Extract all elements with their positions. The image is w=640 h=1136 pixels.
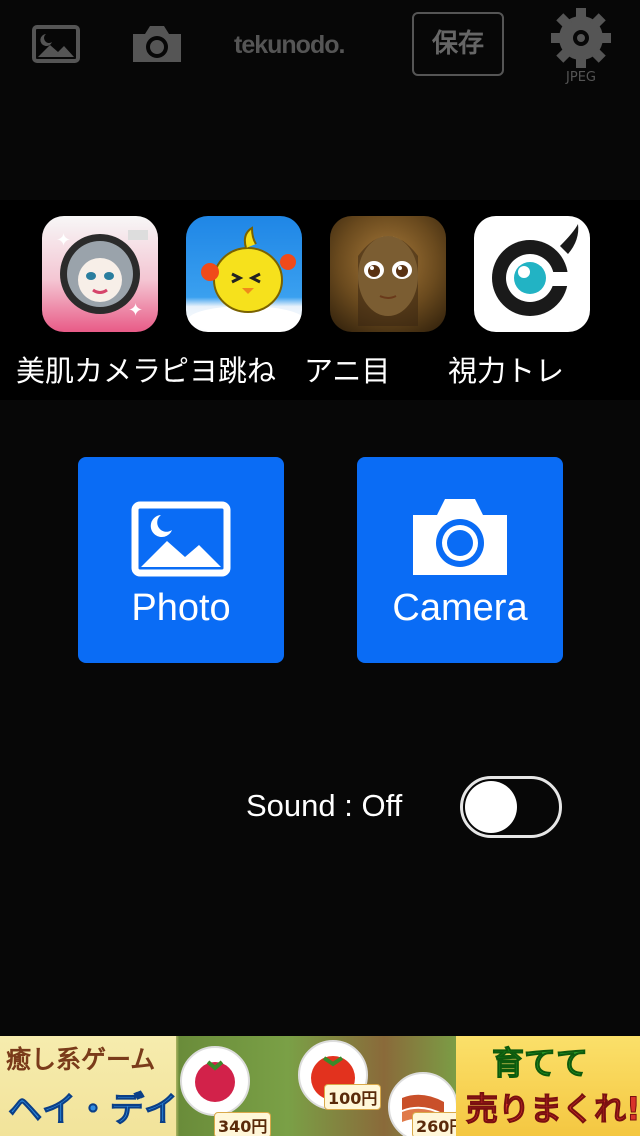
photo-button-label: Photo bbox=[131, 587, 231, 629]
anime-eyes-app-icon bbox=[330, 216, 446, 332]
photo-icon bbox=[131, 501, 231, 581]
sound-toggle[interactable] bbox=[460, 776, 562, 838]
top-toolbar: tekunodo. 保存 JPEG bbox=[0, 0, 640, 90]
camera-icon bbox=[411, 493, 509, 581]
promo-app-label: 視力トレ bbox=[448, 354, 565, 388]
vision-training-app-icon bbox=[474, 216, 590, 332]
ad-price: 100円 bbox=[324, 1084, 382, 1110]
promo-app-beauty-camera[interactable]: ✦ ✦ 美肌カメラ bbox=[16, 216, 161, 396]
gear-icon bbox=[551, 8, 611, 68]
settings-button[interactable]: JPEG bbox=[548, 8, 614, 88]
ad-slogan-panel: 育てて 売りまくれ! bbox=[456, 1036, 640, 1136]
ad-game-title: ヘイ・デイ bbox=[8, 1090, 179, 1131]
svg-text:✦: ✦ bbox=[56, 230, 71, 251]
ad-tagline: 癒し系ゲーム bbox=[6, 1045, 156, 1074]
ad-slogan-line1: 育てて bbox=[491, 1044, 589, 1083]
svg-text:✦: ✦ bbox=[128, 300, 143, 321]
brand-logo: tekunodo. bbox=[234, 31, 345, 59]
photo-library-icon[interactable] bbox=[32, 24, 82, 64]
camera-button[interactable]: Camera bbox=[357, 457, 563, 663]
promo-app-strip: ✦ ✦ 美肌カメラ ピヨ跳ね アニ目 視力トレ bbox=[0, 200, 640, 400]
promo-app-piyo-jump[interactable]: ピヨ跳ね bbox=[160, 216, 304, 396]
ad-title-panel: 癒し系ゲーム ヘイ・デイ bbox=[0, 1036, 179, 1136]
promo-app-label: アニ目 bbox=[304, 354, 391, 388]
camera-button-label: Camera bbox=[392, 587, 528, 629]
piyo-jump-app-icon bbox=[186, 216, 302, 332]
save-button[interactable]: 保存 bbox=[412, 12, 504, 76]
output-format-label: JPEG bbox=[566, 70, 596, 85]
ad-price: 340円 bbox=[214, 1112, 272, 1136]
ad-item-raspberry bbox=[180, 1046, 250, 1116]
promo-app-vision-training[interactable]: 視力トレ bbox=[448, 216, 592, 396]
promo-app-label: 美肌カメラ bbox=[16, 354, 162, 388]
ad-banner[interactable]: 癒し系ゲーム ヘイ・デイ 340円 100円 260円 育てて 売りまくれ! bbox=[0, 1036, 640, 1136]
promo-app-anime-eyes[interactable]: アニ目 bbox=[304, 216, 448, 396]
ad-slogan-line2: 売りまくれ! bbox=[466, 1090, 640, 1129]
promo-app-label: ピヨ跳ね bbox=[160, 354, 277, 388]
photo-button[interactable]: Photo bbox=[78, 457, 284, 663]
toggle-knob bbox=[465, 781, 517, 833]
camera-icon[interactable] bbox=[130, 22, 184, 64]
sound-label: Sound : Off bbox=[246, 788, 403, 823]
beauty-camera-app-icon: ✦ ✦ bbox=[42, 216, 158, 332]
